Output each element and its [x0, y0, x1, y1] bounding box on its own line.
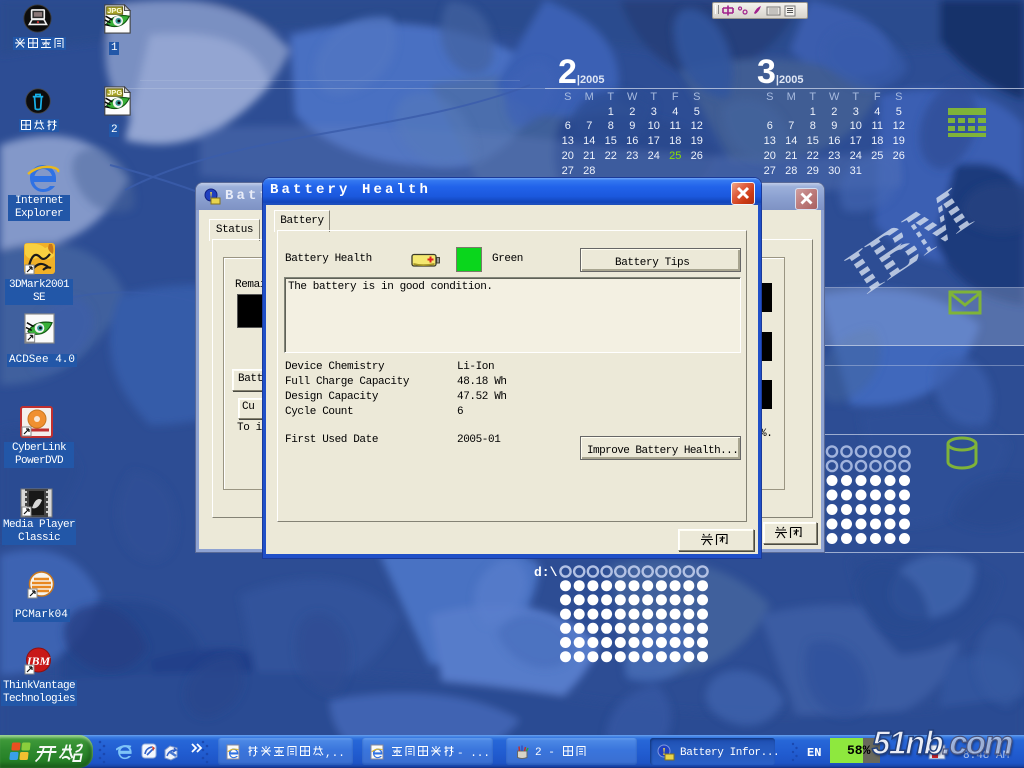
svg-text:JPG: JPG	[107, 88, 122, 97]
svg-text:d:\: d:\	[534, 565, 558, 580]
svg-text:,...: ,...	[325, 748, 347, 759]
svg-text:JPG: JPG	[107, 6, 122, 15]
svg-text:- ...: - ...	[457, 748, 490, 759]
